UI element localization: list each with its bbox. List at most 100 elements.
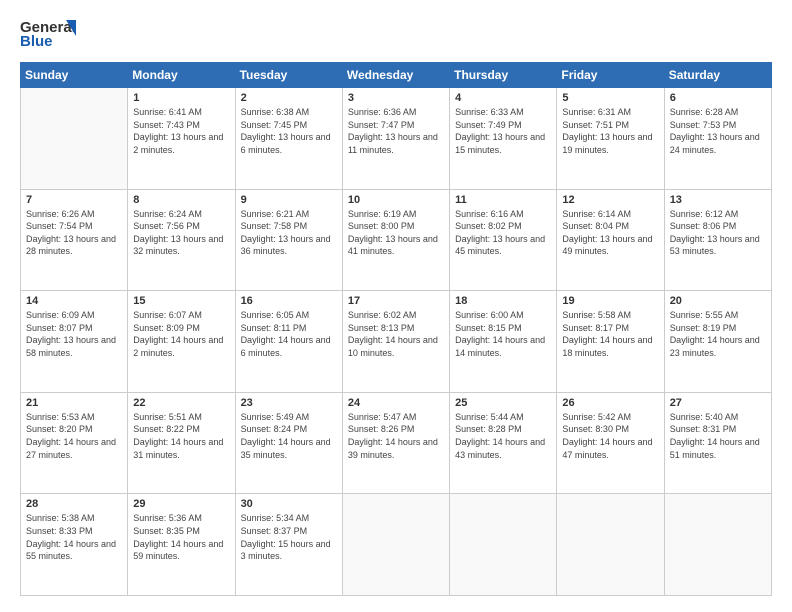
day-number: 1: [133, 92, 229, 104]
day-number: 2: [241, 92, 337, 104]
calendar-cell-2-3: 17 Sunrise: 6:02 AMSunset: 8:13 PMDayligh…: [342, 291, 449, 393]
cell-info: Sunrise: 6:33 AMSunset: 7:49 PMDaylight:…: [455, 106, 551, 156]
cell-info: Sunrise: 6:16 AMSunset: 8:02 PMDaylight:…: [455, 208, 551, 258]
general-blue-logo: GeneralBlue: [20, 16, 80, 52]
calendar-cell-4-2: 30 Sunrise: 5:34 AMSunset: 8:37 PMDayligh…: [235, 494, 342, 596]
header: GeneralBlue: [20, 16, 772, 52]
cell-info: Sunrise: 6:38 AMSunset: 7:45 PMDaylight:…: [241, 106, 337, 156]
calendar-week-row-3: 21Sunrise: 5:53 AMSunset: 8:20 PMDayligh…: [21, 392, 772, 494]
day-number: 8: [133, 194, 229, 206]
cell-info: Sunrise: 6:19 AMSunset: 8:00 PMDaylight:…: [348, 208, 444, 258]
weekday-header-friday: Friday: [557, 63, 664, 88]
day-number: 14: [26, 295, 122, 307]
day-number: 20: [670, 295, 766, 307]
day-number: 13: [670, 194, 766, 206]
calendar-cell-2-6: 20Sunrise: 5:55 AMSunset: 8:19 PMDayligh…: [664, 291, 771, 393]
cell-info: Sunrise: 6:26 AMSunset: 7:54 PMDaylight:…: [26, 208, 122, 258]
cell-info: Sunrise: 6:00 AMSunset: 8:15 PMDaylight:…: [455, 309, 551, 359]
cell-info: Sunrise: 6:21 AMSunset: 7:58 PMDaylight:…: [241, 208, 337, 258]
cell-info: Sunrise: 6:12 AMSunset: 8:06 PMDaylight:…: [670, 208, 766, 258]
cell-info: Sunrise: 6:28 AMSunset: 7:53 PMDaylight:…: [670, 106, 766, 156]
day-number: 27: [670, 397, 766, 409]
calendar-week-row-0: 1 Sunrise: 6:41 AMSunset: 7:43 PMDaylight…: [21, 88, 772, 190]
weekday-header-saturday: Saturday: [664, 63, 771, 88]
cell-info: Sunrise: 6:31 AMSunset: 7:51 PMDaylight:…: [562, 106, 658, 156]
day-number: 18: [455, 295, 551, 307]
day-number: 29: [133, 498, 229, 510]
cell-info: Sunrise: 5:44 AMSunset: 8:28 PMDaylight:…: [455, 411, 551, 461]
day-number: 9: [241, 194, 337, 206]
cell-info: Sunrise: 6:41 AMSunset: 7:43 PMDaylight:…: [133, 106, 229, 156]
calendar-cell-3-6: 27 Sunrise: 5:40 AMSunset: 8:31 PMDayligh…: [664, 392, 771, 494]
cell-info: Sunrise: 6:07 AMSunset: 8:09 PMDaylight:…: [133, 309, 229, 359]
calendar-cell-3-0: 21Sunrise: 5:53 AMSunset: 8:20 PMDayligh…: [21, 392, 128, 494]
day-number: 11: [455, 194, 551, 206]
cell-info: Sunrise: 5:47 AMSunset: 8:26 PMDaylight:…: [348, 411, 444, 461]
calendar-cell-2-1: 15 Sunrise: 6:07 AMSunset: 8:09 PMDayligh…: [128, 291, 235, 393]
calendar-week-row-1: 7 Sunrise: 6:26 AMSunset: 7:54 PMDaylight…: [21, 189, 772, 291]
weekday-header-monday: Monday: [128, 63, 235, 88]
day-number: 4: [455, 92, 551, 104]
cell-info: Sunrise: 5:58 AMSunset: 8:17 PMDaylight:…: [562, 309, 658, 359]
calendar-cell-1-4: 11 Sunrise: 6:16 AMSunset: 8:02 PMDayligh…: [450, 189, 557, 291]
cell-info: Sunrise: 5:34 AMSunset: 8:37 PMDaylight:…: [241, 512, 337, 562]
weekday-header-thursday: Thursday: [450, 63, 557, 88]
weekday-header-tuesday: Tuesday: [235, 63, 342, 88]
calendar-cell-4-0: 28 Sunrise: 5:38 AMSunset: 8:33 PMDayligh…: [21, 494, 128, 596]
calendar-cell-3-3: 24Sunrise: 5:47 AMSunset: 8:26 PMDayligh…: [342, 392, 449, 494]
weekday-header-wednesday: Wednesday: [342, 63, 449, 88]
cell-info: Sunrise: 5:36 AMSunset: 8:35 PMDaylight:…: [133, 512, 229, 562]
day-number: 15: [133, 295, 229, 307]
calendar-cell-1-1: 8 Sunrise: 6:24 AMSunset: 7:56 PMDaylight…: [128, 189, 235, 291]
day-number: 25: [455, 397, 551, 409]
calendar-cell-4-5: [557, 494, 664, 596]
calendar-table: SundayMondayTuesdayWednesdayThursdayFrid…: [20, 62, 772, 596]
day-number: 26: [562, 397, 658, 409]
calendar-header-row: SundayMondayTuesdayWednesdayThursdayFrid…: [21, 63, 772, 88]
calendar-week-row-4: 28 Sunrise: 5:38 AMSunset: 8:33 PMDayligh…: [21, 494, 772, 596]
day-number: 7: [26, 194, 122, 206]
logo: GeneralBlue: [20, 16, 80, 52]
calendar-cell-3-4: 25 Sunrise: 5:44 AMSunset: 8:28 PMDayligh…: [450, 392, 557, 494]
cell-info: Sunrise: 6:14 AMSunset: 8:04 PMDaylight:…: [562, 208, 658, 258]
weekday-header-sunday: Sunday: [21, 63, 128, 88]
calendar-cell-2-2: 16 Sunrise: 6:05 AMSunset: 8:11 PMDayligh…: [235, 291, 342, 393]
cell-info: Sunrise: 5:49 AMSunset: 8:24 PMDaylight:…: [241, 411, 337, 461]
cell-info: Sunrise: 6:05 AMSunset: 8:11 PMDaylight:…: [241, 309, 337, 359]
day-number: 12: [562, 194, 658, 206]
calendar-cell-0-0: [21, 88, 128, 190]
calendar-cell-0-3: 3Sunrise: 6:36 AMSunset: 7:47 PMDaylight…: [342, 88, 449, 190]
page: GeneralBlue SundayMondayTuesdayWednesday…: [0, 0, 792, 612]
cell-info: Sunrise: 6:02 AMSunset: 8:13 PMDaylight:…: [348, 309, 444, 359]
day-number: 16: [241, 295, 337, 307]
day-number: 17: [348, 295, 444, 307]
day-number: 23: [241, 397, 337, 409]
calendar-cell-3-2: 23 Sunrise: 5:49 AMSunset: 8:24 PMDayligh…: [235, 392, 342, 494]
calendar-cell-2-0: 14Sunrise: 6:09 AMSunset: 8:07 PMDayligh…: [21, 291, 128, 393]
calendar-cell-4-3: [342, 494, 449, 596]
day-number: 6: [670, 92, 766, 104]
cell-info: Sunrise: 5:40 AMSunset: 8:31 PMDaylight:…: [670, 411, 766, 461]
calendar-cell-4-6: [664, 494, 771, 596]
day-number: 22: [133, 397, 229, 409]
calendar-cell-3-1: 22Sunrise: 5:51 AMSunset: 8:22 PMDayligh…: [128, 392, 235, 494]
day-number: 5: [562, 92, 658, 104]
calendar-cell-0-1: 1 Sunrise: 6:41 AMSunset: 7:43 PMDaylight…: [128, 88, 235, 190]
calendar-cell-1-3: 10 Sunrise: 6:19 AMSunset: 8:00 PMDayligh…: [342, 189, 449, 291]
calendar-cell-2-4: 18 Sunrise: 6:00 AMSunset: 8:15 PMDayligh…: [450, 291, 557, 393]
calendar-cell-4-1: 29 Sunrise: 5:36 AMSunset: 8:35 PMDayligh…: [128, 494, 235, 596]
calendar-cell-0-4: 4 Sunrise: 6:33 AMSunset: 7:49 PMDaylight…: [450, 88, 557, 190]
day-number: 19: [562, 295, 658, 307]
day-number: 10: [348, 194, 444, 206]
cell-info: Sunrise: 5:38 AMSunset: 8:33 PMDaylight:…: [26, 512, 122, 562]
cell-info: Sunrise: 5:42 AMSunset: 8:30 PMDaylight:…: [562, 411, 658, 461]
calendar-week-row-2: 14Sunrise: 6:09 AMSunset: 8:07 PMDayligh…: [21, 291, 772, 393]
cell-info: Sunrise: 6:24 AMSunset: 7:56 PMDaylight:…: [133, 208, 229, 258]
calendar-cell-3-5: 26 Sunrise: 5:42 AMSunset: 8:30 PMDayligh…: [557, 392, 664, 494]
calendar-cell-0-2: 2 Sunrise: 6:38 AMSunset: 7:45 PMDaylight…: [235, 88, 342, 190]
calendar-cell-1-2: 9 Sunrise: 6:21 AMSunset: 7:58 PMDaylight…: [235, 189, 342, 291]
day-number: 30: [241, 498, 337, 510]
svg-text:Blue: Blue: [20, 33, 53, 50]
cell-info: Sunrise: 6:36 AMSunset: 7:47 PMDaylight:…: [348, 106, 444, 156]
day-number: 28: [26, 498, 122, 510]
